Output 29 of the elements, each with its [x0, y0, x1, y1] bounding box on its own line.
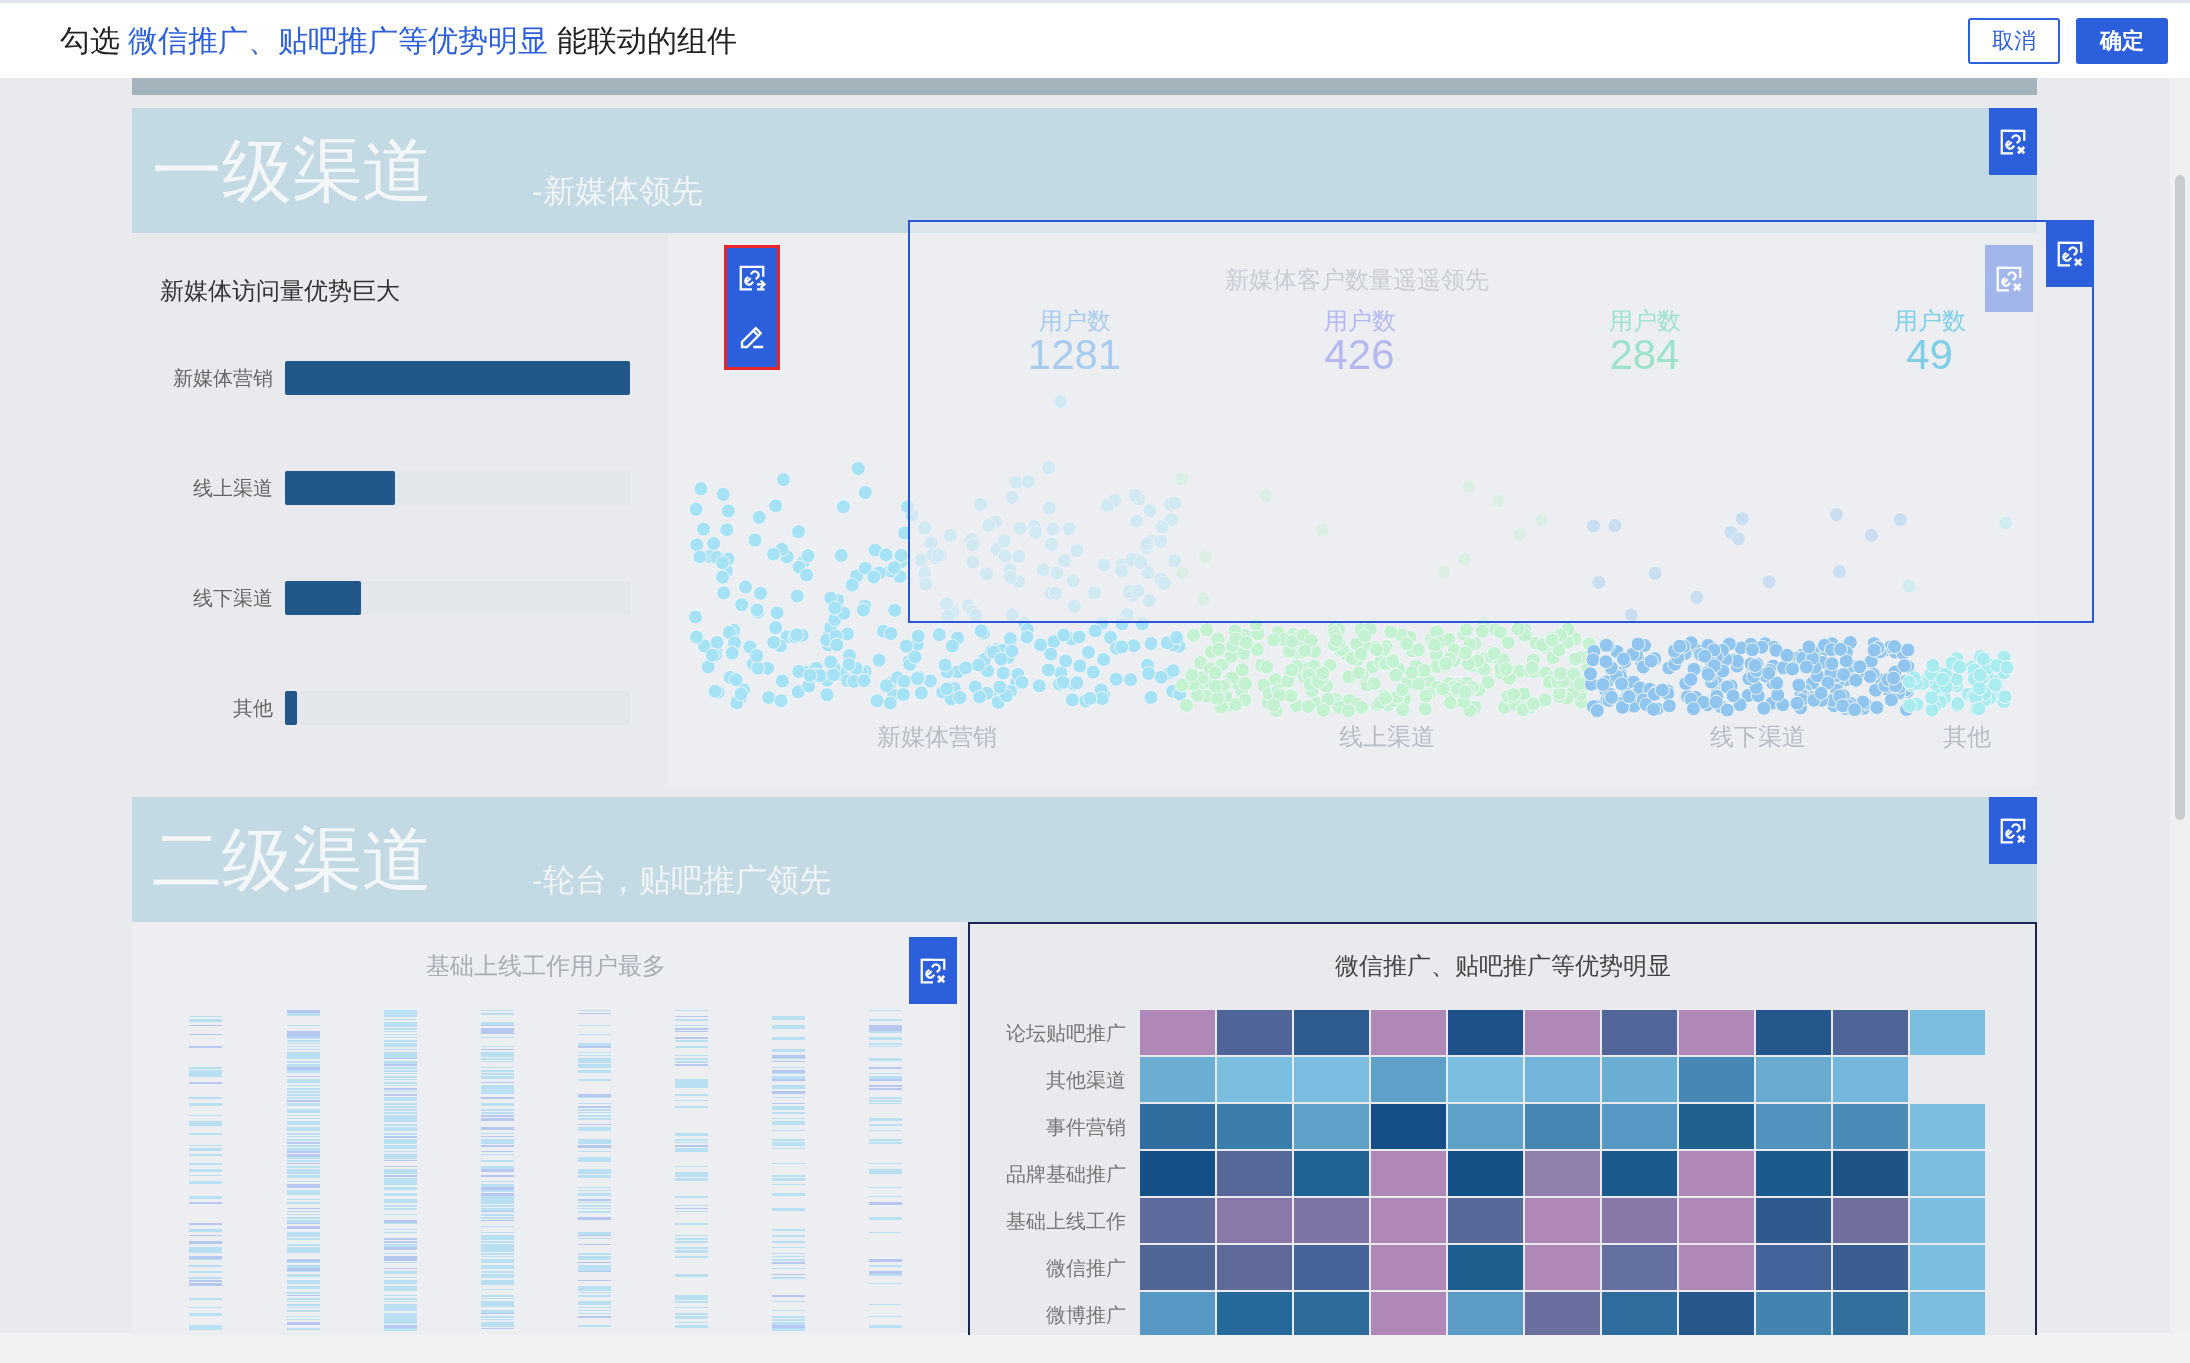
row-label: 论坛贴吧推广 [1005, 1021, 1127, 1046]
bar-label: 线下渠道 [192, 586, 274, 611]
row-label: 其他渠道 [1045, 1068, 1127, 1093]
unlink-button[interactable] [909, 937, 957, 1004]
stat-label: 用户数 [1607, 308, 1682, 334]
bar-label: 其他 [232, 696, 274, 721]
row-label: 微博推广 [1045, 1303, 1127, 1328]
row-label: 品牌基础推广 [1005, 1162, 1127, 1187]
unlink-button[interactable] [1989, 108, 2037, 175]
stat-value: 49 [1906, 333, 1953, 378]
stat-label: 用户数 [1892, 308, 1967, 334]
stat-value: 284 [1608, 333, 1681, 378]
chart-title: 微信推广、贴吧推广等优势明显 [1333, 951, 1672, 981]
instruction-text: 勾选 微信推广、贴吧推广等优势明显 能联动的组件 [60, 23, 737, 59]
bar-label: 线上渠道 [192, 476, 274, 501]
chart-title: 基础上线工作用户最多 [425, 951, 667, 981]
confirm-button[interactable]: 确定 [2076, 17, 2168, 64]
row-label: 事件营销 [1045, 1115, 1127, 1140]
cancel-button[interactable]: 取消 [1968, 17, 2060, 64]
bar-label: 新媒体营销 [172, 366, 274, 391]
scrollbar[interactable] [2170, 78, 2190, 1333]
stat-label: 用户数 [1037, 308, 1112, 334]
row-label: 基础上线工作 [1005, 1209, 1127, 1234]
chart-title: 新媒体访问量优势巨大 [160, 276, 401, 306]
unlink-button[interactable] [1989, 797, 2037, 864]
unlink-button[interactable] [2046, 220, 2094, 287]
stat-value: 1281 [1026, 333, 1123, 378]
row-label: 微信推广 [1045, 1256, 1127, 1281]
chart-panel[interactable]: 微信推广、贴吧推广等优势明显 论坛贴吧推广 其他渠道 事件营销 品牌基础推广 基础上线工作 微信推广 微博推广 [968, 922, 2037, 1335]
